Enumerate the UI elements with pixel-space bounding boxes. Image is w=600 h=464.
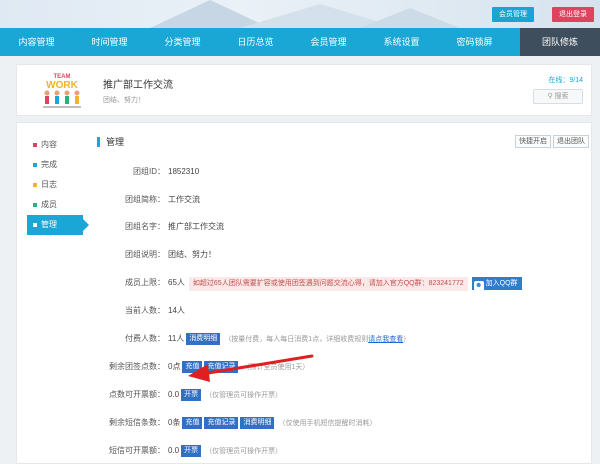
side-item-label: 管理 bbox=[41, 220, 57, 229]
point-invoice-hint: （仅管理员可操作开票） bbox=[205, 392, 283, 399]
row-paid-count: 付费人数： 11人 消费明细 （按量付费，每人每日消费1点，详细收费规则请点我查看） bbox=[77, 332, 410, 346]
nav-member-management[interactable]: 会员管理 bbox=[292, 28, 365, 56]
sms-invoice-hint: （仅管理员可操作开票） bbox=[205, 448, 283, 455]
annotation-arrow bbox=[188, 354, 314, 382]
management-panel: 内容 完成 日志 成员 管理 管理 快捷开启 退出团队 团组ID： 1852310… bbox=[16, 122, 592, 464]
sms-invoice-value: 0.0 bbox=[168, 446, 180, 455]
search-button[interactable]: ⚲ 搜索 bbox=[533, 89, 583, 104]
side-item-manage[interactable]: 管理 bbox=[27, 215, 89, 235]
row-current-count: 当前人数： 14人 bbox=[77, 304, 185, 318]
sms-recharge-history-button[interactable]: 充值记录 bbox=[204, 417, 239, 429]
nav-system-settings[interactable]: 系统设置 bbox=[365, 28, 438, 56]
member-management-button[interactable]: 会员管理 bbox=[492, 7, 534, 22]
sms-invoice-button[interactable]: 开票 bbox=[181, 445, 202, 457]
nav-team-practice[interactable]: 团队修炼 bbox=[520, 28, 600, 56]
logo-text-main: WORK bbox=[46, 80, 78, 91]
field-label: 短信可开票额： bbox=[109, 446, 165, 455]
teamwork-logo: TEAM WORK bbox=[43, 74, 81, 108]
sms-hint: （仅使用手机短信提醒时消耗） bbox=[278, 420, 377, 427]
side-item-label: 内容 bbox=[41, 140, 57, 149]
sms-detail-button[interactable]: 消费明细 bbox=[240, 417, 275, 429]
qq-icon: ☻ bbox=[473, 281, 484, 291]
field-label: 当前人数： bbox=[125, 306, 165, 315]
field-label: 剩余短信条数： bbox=[109, 418, 165, 427]
nav-calendar-overview[interactable]: 日历总览 bbox=[219, 28, 292, 56]
field-label: 点数可开票额： bbox=[109, 390, 165, 399]
point-invoice-value: 0.0 bbox=[168, 390, 180, 399]
paid-hint-text: （按量付费，每人每日消费1点，详细收费规则 bbox=[224, 336, 369, 343]
nav-time-management[interactable]: 时间管理 bbox=[73, 28, 146, 56]
paid-hint: （按量付费，每人每日消费1点，详细收费规则请点我查看） bbox=[224, 336, 410, 343]
short-name-value: 工作交流 bbox=[168, 195, 200, 204]
side-item-done[interactable]: 完成 bbox=[27, 155, 83, 175]
online-status: 在线：9/14 bbox=[548, 75, 583, 85]
limit-value: 65人 bbox=[168, 278, 185, 287]
name-value: 推广部工作交流 bbox=[168, 222, 224, 231]
point-invoice-button[interactable]: 开票 bbox=[181, 389, 202, 401]
row-sms: 剩余短信条数： 0条 充值 充值记录 消费明细 （仅使用手机短信提醒时消耗） bbox=[77, 416, 376, 430]
main-nav: 内容管理 时间管理 分类管理 日历总览 会员管理 系统设置 密码锁屏 团队修炼 bbox=[0, 28, 600, 56]
logout-button[interactable]: 退出登录 bbox=[552, 7, 594, 22]
online-label: 在线： bbox=[548, 77, 570, 84]
side-item-content[interactable]: 内容 bbox=[27, 135, 83, 155]
recharge-sms-button[interactable]: 充值 bbox=[182, 417, 203, 429]
group-slogan: 团结、努力！ bbox=[103, 97, 145, 104]
field-label: 团组名字： bbox=[125, 222, 165, 231]
online-count: 9/14 bbox=[569, 77, 583, 84]
team-id-value: 1852310 bbox=[168, 167, 200, 176]
row-sms-invoice: 短信可开票额： 0.0 开票 （仅管理员可操作开票） bbox=[77, 444, 282, 458]
shortcut-open-button[interactable]: 快捷开启 bbox=[515, 135, 551, 148]
nav-password-lock[interactable]: 密码锁屏 bbox=[438, 28, 511, 56]
sms-value: 0条 bbox=[168, 418, 181, 427]
bullet-icon bbox=[33, 183, 37, 187]
join-qq-label: 加入QQ群 bbox=[485, 280, 518, 287]
side-item-label: 成员 bbox=[41, 200, 57, 209]
bullet-icon bbox=[33, 223, 37, 227]
bullet-icon bbox=[33, 203, 37, 207]
group-title: 推广部工作交流 bbox=[103, 80, 173, 91]
field-label: 付费人数： bbox=[125, 334, 165, 343]
nav-category-management[interactable]: 分类管理 bbox=[146, 28, 219, 56]
bullet-icon bbox=[33, 143, 37, 147]
row-name: 团组名字： 推广部工作交流 bbox=[77, 220, 224, 234]
row-desc: 团组说明： 团结、努力！ bbox=[77, 248, 216, 262]
side-item-label: 日志 bbox=[41, 180, 57, 189]
current-value: 14人 bbox=[168, 306, 185, 315]
join-qq-button[interactable]: ☻ 加入QQ群 bbox=[471, 277, 522, 291]
row-short-name: 团组简称： 工作交流 bbox=[77, 193, 200, 207]
quit-team-button[interactable]: 退出团队 bbox=[553, 135, 589, 148]
field-label: 团组说明： bbox=[125, 250, 165, 259]
search-icon: ⚲ bbox=[547, 93, 553, 100]
row-member-limit: 成员上限： 65人 如超过65人团队需要扩容或使用团签遇到问题交流心得，请加入官方Q… bbox=[77, 276, 522, 291]
side-menu: 内容 完成 日志 成员 管理 bbox=[27, 135, 89, 235]
nav-content-management[interactable]: 内容管理 bbox=[0, 28, 73, 56]
top-banner: 会员管理 退出登录 bbox=[0, 0, 600, 28]
row-point-invoice: 点数可开票额： 0.0 开票 （仅管理员可操作开票） bbox=[77, 388, 282, 402]
search-label: 搜索 bbox=[554, 93, 569, 100]
field-label: 团组简称： bbox=[125, 195, 165, 204]
paid-value: 11人 bbox=[168, 334, 185, 343]
banner-decoration bbox=[360, 8, 460, 28]
points-value: 0点 bbox=[168, 362, 181, 371]
limit-notice: 如超过65人团队需要扩容或使用团签遇到问题交流心得，请加入官方QQ群：82324… bbox=[188, 277, 468, 291]
pricing-rules-link[interactable]: 请点我查看 bbox=[368, 336, 403, 343]
row-team-id: 团组ID： 1852310 bbox=[77, 165, 199, 179]
section-title: 管理 bbox=[97, 137, 124, 147]
side-item-members[interactable]: 成员 bbox=[27, 195, 83, 215]
paid-hint-end: ） bbox=[403, 336, 411, 343]
side-item-label: 完成 bbox=[41, 160, 57, 169]
field-label: 团组ID： bbox=[133, 167, 165, 176]
bullet-icon bbox=[33, 163, 37, 167]
field-label: 剩余团签点数： bbox=[109, 362, 165, 371]
desc-value: 团结、努力！ bbox=[168, 250, 216, 259]
side-item-log[interactable]: 日志 bbox=[27, 175, 83, 195]
group-header: TEAM WORK 推广部工作交流 团结、努力！ 在线：9/14 ⚲ 搜索 bbox=[16, 64, 592, 116]
field-label: 成员上限： bbox=[125, 278, 165, 287]
paid-detail-button[interactable]: 消费明细 bbox=[186, 333, 221, 345]
